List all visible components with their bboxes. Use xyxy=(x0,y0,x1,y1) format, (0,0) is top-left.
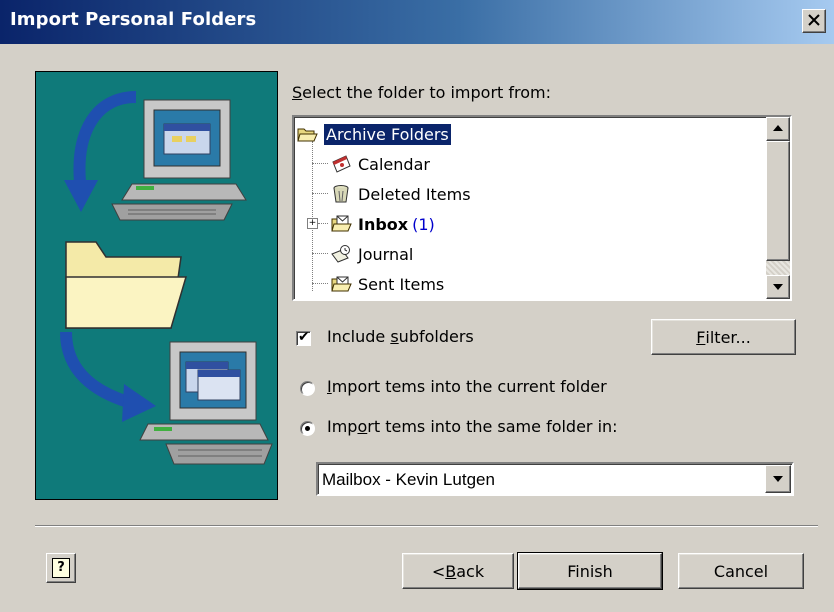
tree-connector xyxy=(312,193,328,194)
computer-icon xyxy=(111,99,247,221)
back-button[interactable]: < Back xyxy=(402,553,514,589)
close-icon xyxy=(808,14,820,26)
arrow-down-icon xyxy=(773,284,783,290)
help-button[interactable]: ? xyxy=(46,553,76,583)
import-same-folder-label[interactable]: Import tems into the same folder in: xyxy=(327,417,618,436)
import-dialog: Import Personal Folders Select the folde… xyxy=(0,0,834,612)
folder-icon xyxy=(65,241,188,329)
arrow-right-icon xyxy=(60,331,156,422)
scroll-down-button[interactable] xyxy=(766,275,790,299)
filter-button[interactable]: Filter... xyxy=(651,319,796,355)
help-icon: ? xyxy=(52,558,70,578)
scroll-thumb[interactable] xyxy=(766,141,790,261)
folder-tree[interactable]: + Archive Folders Calendar Deleted Items… xyxy=(292,115,792,301)
inbox-folder-icon xyxy=(331,215,352,232)
tree-connector xyxy=(312,253,328,254)
import-illustration-graphic xyxy=(60,91,273,465)
tree-item-deleted-items[interactable]: Deleted Items xyxy=(330,179,471,209)
tree-item-archive-folders[interactable]: Archive Folders xyxy=(296,119,452,149)
journal-icon xyxy=(331,245,350,263)
tree-item-label: Deleted Items xyxy=(358,184,471,204)
trash-icon xyxy=(333,185,349,203)
close-button[interactable] xyxy=(802,9,826,33)
wizard-illustration xyxy=(35,71,278,500)
import-same-folder-radio[interactable] xyxy=(300,421,315,436)
mailbox-select-value: Mailbox - Kevin Lutgen xyxy=(322,470,495,489)
include-subfolders-checkbox[interactable]: ✔ xyxy=(296,329,311,346)
tree-connector xyxy=(312,283,328,284)
tree-item-label: Sent Items xyxy=(358,274,445,294)
chevron-down-icon xyxy=(773,476,783,482)
tree-item-sent-items[interactable]: Sent Items xyxy=(330,269,444,299)
expand-icon[interactable]: + xyxy=(307,218,318,229)
tree-item-label: Archive Folders xyxy=(323,122,452,146)
window-title: Import Personal Folders xyxy=(10,9,257,30)
tree-connector xyxy=(318,223,328,224)
calendar-icon xyxy=(332,155,351,173)
finish-button[interactable]: Finish xyxy=(517,552,663,590)
separator xyxy=(35,526,818,527)
tree-scrollbar[interactable] xyxy=(766,117,790,299)
title-bar[interactable]: Import Personal Folders xyxy=(0,0,834,44)
tree-item-journal[interactable]: Journal xyxy=(330,239,413,269)
tree-connector xyxy=(312,163,328,164)
arrow-up-icon xyxy=(773,125,783,131)
tree-item-calendar[interactable]: Calendar xyxy=(330,149,430,179)
check-icon: ✔ xyxy=(298,329,310,345)
unread-count: (1) xyxy=(412,214,435,234)
tree-item-label: Journal xyxy=(358,244,414,264)
import-current-folder-label[interactable]: Import tems into the current folder xyxy=(327,377,607,396)
computer-icon xyxy=(139,341,273,465)
sent-folder-icon xyxy=(331,276,352,292)
import-current-folder-radio[interactable] xyxy=(300,381,315,396)
tree-item-label: Calendar xyxy=(358,154,430,174)
dropdown-button[interactable] xyxy=(765,465,791,493)
open-folder-icon xyxy=(297,128,318,142)
folder-select-label: Select the folder to import from: xyxy=(292,83,552,102)
mailbox-select[interactable]: Mailbox - Kevin Lutgen xyxy=(316,462,794,496)
cancel-button[interactable]: Cancel xyxy=(678,553,804,589)
include-subfolders-label[interactable]: Include subfolders xyxy=(327,327,474,346)
radio-dot-icon xyxy=(305,426,310,431)
tree-item-label: Inbox xyxy=(358,214,409,234)
scroll-up-button[interactable] xyxy=(766,117,790,141)
tree-item-inbox[interactable]: Inbox (1) xyxy=(330,209,435,239)
